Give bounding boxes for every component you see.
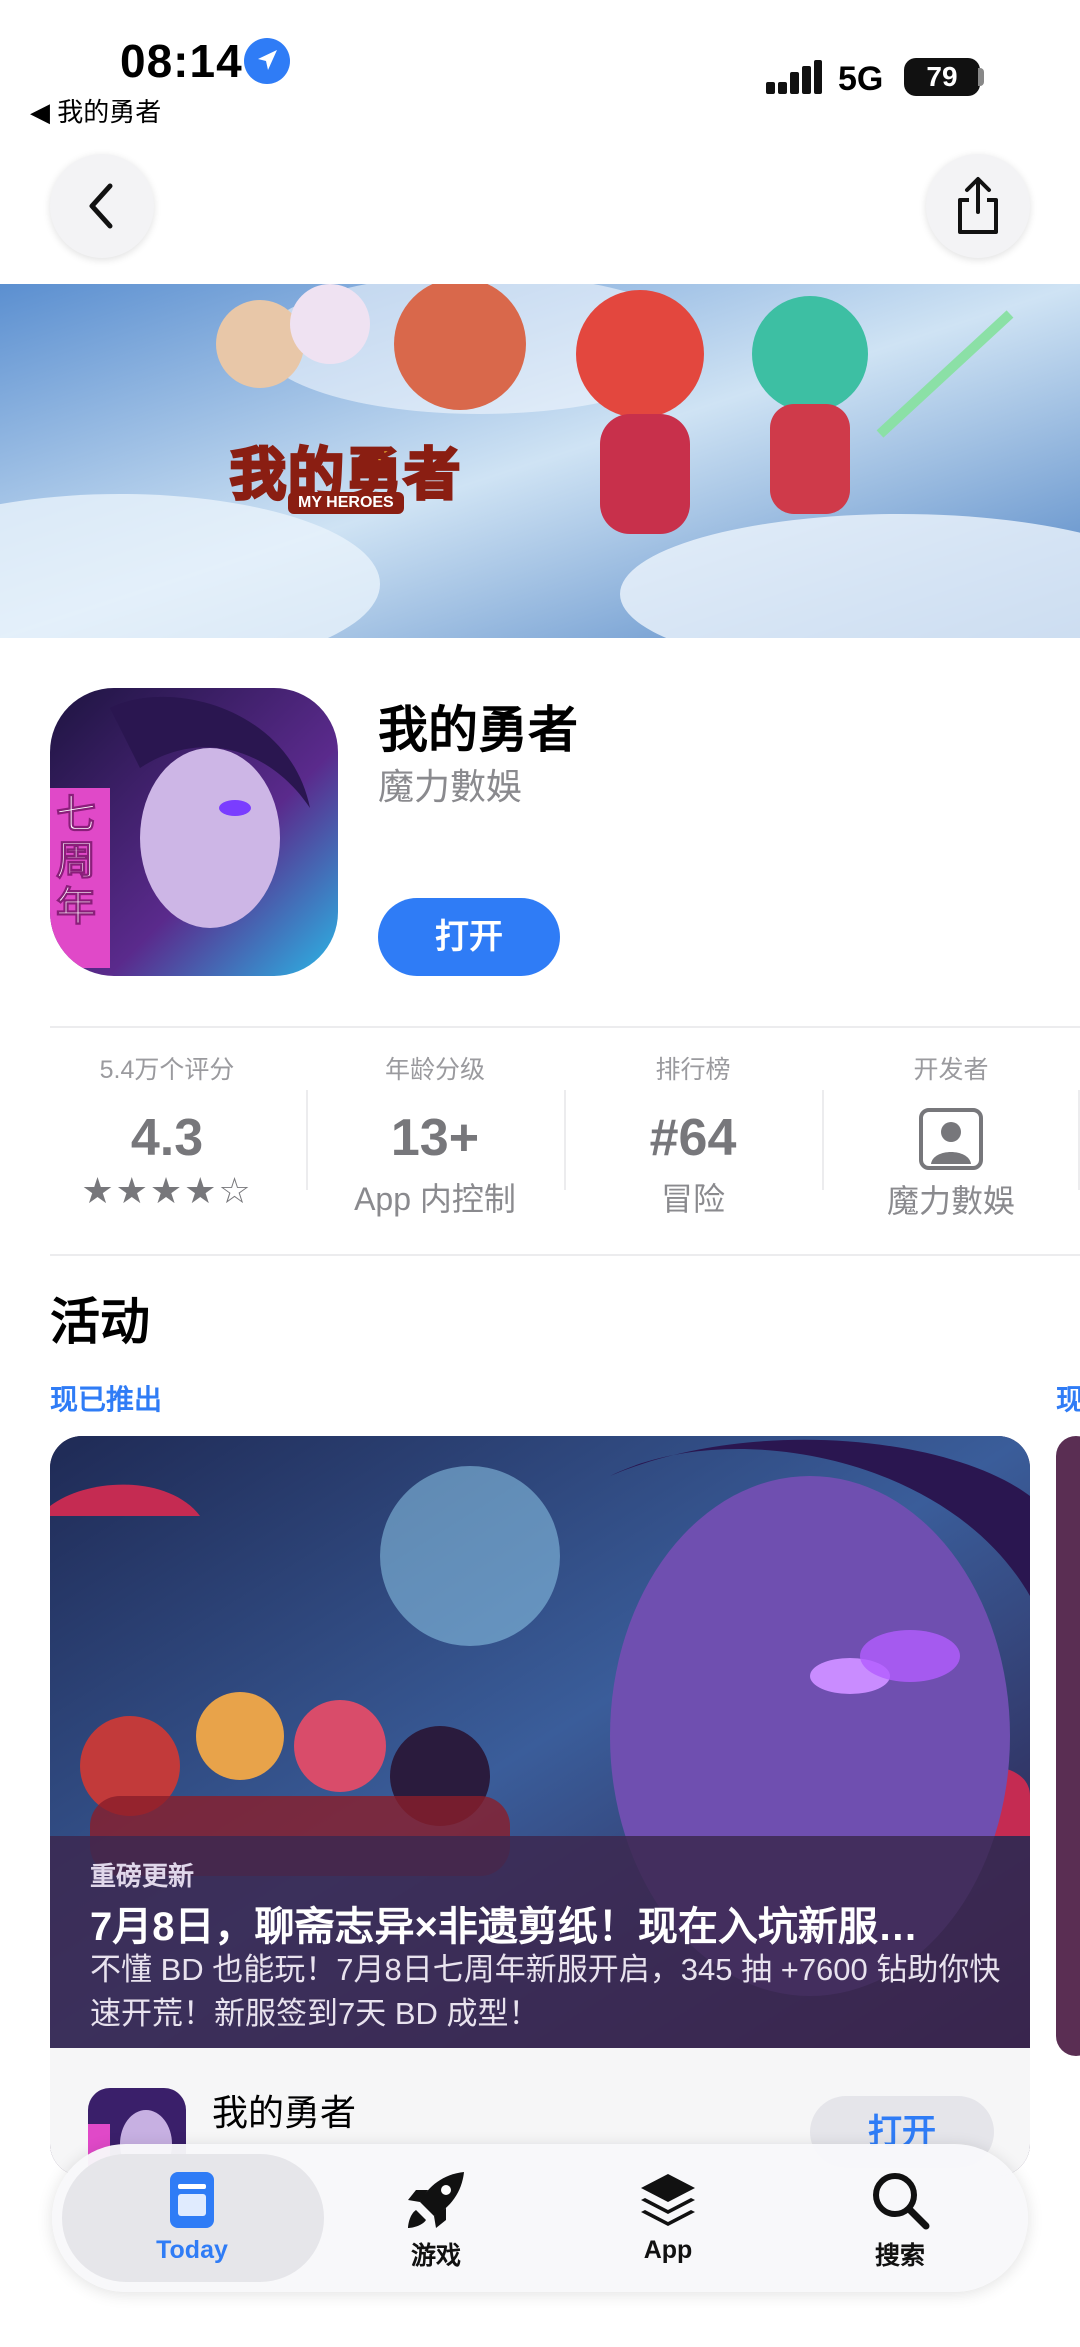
event-tag: 重磅更新: [90, 1861, 195, 1891]
stat-sub: 冒险: [660, 1181, 725, 1217]
stat-label: 排行榜: [655, 1056, 731, 1084]
stat-value: 4.3: [130, 1109, 204, 1167]
stat-ratings[interactable]: 5.4万个评分 4.3 ★★★★☆: [42, 1050, 292, 1212]
stat-label: 年龄分级: [384, 1056, 485, 1084]
divider: [50, 1026, 1080, 1028]
tab-label: Today: [156, 2236, 228, 2264]
event-title: 7月8日，聊斋志异×非遗剪纸！现在入坑新服…: [90, 1905, 918, 1949]
network-type: 5G: [838, 60, 884, 98]
share-button[interactable]: [926, 154, 1030, 258]
tab-today[interactable]: Today: [70, 2144, 314, 2292]
developer-link[interactable]: 魔力數娛: [378, 758, 522, 810]
developer-person-icon: [826, 1108, 1076, 1170]
next-event-card[interactable]: [1056, 1436, 1080, 2056]
tab-apps[interactable]: App: [546, 2144, 790, 2292]
location-icon: [244, 38, 290, 84]
stat-label: 开发者: [913, 1056, 989, 1084]
app-banner-artwork: [0, 284, 1080, 638]
cellular-signal-icon: [766, 60, 822, 96]
app-icon[interactable]: 七周年: [50, 688, 338, 976]
battery-tip: [978, 68, 984, 86]
tab-games[interactable]: 游戏: [314, 2144, 558, 2292]
stat-label: 5.4万个评分: [99, 1056, 235, 1084]
stat-value: 13+: [390, 1109, 480, 1167]
tab-label: 游戏: [410, 2242, 461, 2270]
rating-stars: ★★★★☆: [81, 1170, 253, 1211]
tab-label: App: [643, 2236, 693, 2264]
share-icon: [958, 177, 998, 234]
stat-chart-rank[interactable]: 排行榜 #64 冒险: [568, 1050, 818, 1220]
chevron-left-icon: [89, 183, 113, 229]
event-card-text-panel: 重磅更新 7月8日，聊斋志异×非遗剪纸！现在入坑新服… 不懂 BD 也能玩！7月…: [50, 1836, 1030, 2084]
stat-developer[interactable]: 开发者 魔力數娛: [826, 1050, 1076, 1222]
event-description: 不懂 BD 也能玩！7月8日七周年新服开启，345 抽 +7600 钻助你快速开…: [90, 1952, 1001, 2031]
stat-sub: App 内控制: [354, 1181, 516, 1217]
divider: [50, 1254, 1080, 1256]
back-button[interactable]: [50, 154, 154, 258]
event-status-label: 现已推出: [50, 1384, 163, 1415]
stat-value: #64: [649, 1109, 737, 1167]
stat-age-rating[interactable]: 年龄分级 13+ App 内控制: [310, 1050, 560, 1220]
open-app-button[interactable]: 打开: [378, 898, 560, 976]
layers-icon: [546, 2170, 790, 2230]
next-event-status-label: 现: [1056, 1384, 1080, 1415]
tab-bar: Today 游戏 App 搜索: [52, 2144, 1028, 2292]
app-title: 我的勇者: [378, 702, 578, 758]
tab-label: 搜索: [874, 2242, 925, 2270]
events-section-title: 活动: [50, 1294, 150, 1350]
stat-separator: [306, 1090, 308, 1190]
today-icon: [70, 2170, 314, 2230]
stat-separator: [564, 1090, 566, 1190]
battery-indicator: 79: [904, 58, 980, 96]
search-icon: [778, 2170, 1022, 2230]
event-card[interactable]: 重磅更新 7月8日，聊斋志异×非遗剪纸！现在入坑新服… 不懂 BD 也能玩！7月…: [50, 1436, 1030, 2176]
rocket-icon: [314, 2170, 558, 2230]
tab-search[interactable]: 搜索: [778, 2144, 1022, 2292]
status-time: 08:14: [120, 35, 243, 87]
stat-separator: [822, 1090, 824, 1190]
back-to-app-link[interactable]: ◀ 我的勇者: [30, 92, 161, 129]
event-app-name: 我的勇者: [212, 2092, 357, 2133]
banner-logo-subtitle: MY HEROES: [288, 492, 404, 514]
stat-sub: 魔力數娛: [886, 1183, 1015, 1219]
app-icon-badge: 七周年: [56, 793, 97, 930]
